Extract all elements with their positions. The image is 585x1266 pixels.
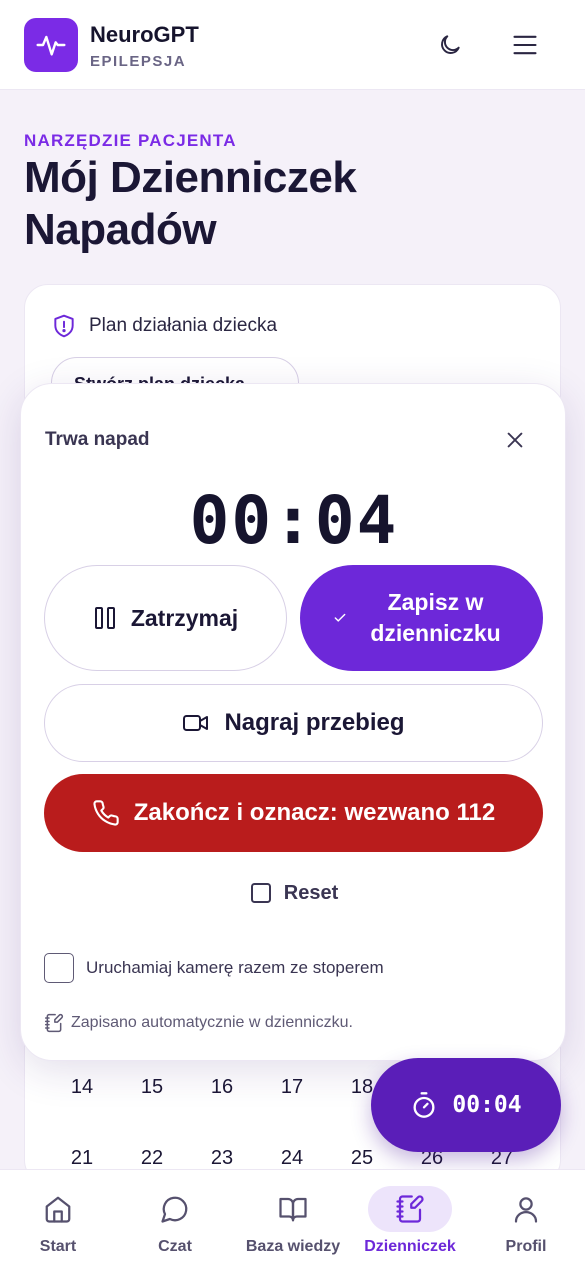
moon-icon <box>441 35 460 54</box>
calendar-day[interactable]: 14 <box>47 1076 117 1099</box>
user-icon <box>514 1197 538 1223</box>
floating-timer-value: 00:04 <box>452 1092 522 1118</box>
plan-row[interactable]: Plan działania dziecka <box>51 313 277 339</box>
autosave-note: Zapisano automatycznie w dzienniczku. <box>44 1013 353 1033</box>
nav-item-diary[interactable]: Dzienniczek <box>363 1170 457 1266</box>
close-button[interactable] <box>502 427 528 453</box>
calendar-day[interactable]: 25 <box>327 1147 397 1170</box>
theme-toggle-button[interactable] <box>433 28 467 62</box>
close-icon <box>507 432 523 448</box>
notebook-pen-icon <box>44 1013 64 1033</box>
nav-item-knowledge-base[interactable]: Baza wiedzy <box>243 1170 343 1266</box>
pause-label: Zatrzymaj <box>130 604 239 631</box>
pulse-icon <box>36 35 66 56</box>
plan-label: Plan działania dziecka <box>89 315 278 336</box>
book-icon <box>279 1197 307 1222</box>
record-label: Nagraj przebieg <box>224 709 405 736</box>
seizure-timer-modal: Trwa napad 00:04 Zatrzymaj Zapisz w dzie… <box>20 383 566 1061</box>
video-camera-icon <box>183 715 209 731</box>
page-title: Mój Dzienniczek Napadów <box>24 153 357 254</box>
phone-icon <box>93 800 119 826</box>
calendar-day[interactable]: 15 <box>117 1076 187 1099</box>
save-to-diary-button[interactable]: Zapisz w dzienniczku <box>300 565 543 671</box>
page-eyebrow: NARZĘDZIE PACJENTA <box>24 131 237 150</box>
seizure-timer: 00:04 <box>189 482 399 559</box>
end-call-112-button[interactable]: Zakończ i oznacz: wezwano 112 <box>44 774 543 852</box>
nav-label: Baza wiedzy <box>245 1238 341 1255</box>
camera-checkbox[interactable] <box>44 953 74 983</box>
pause-icon <box>94 607 115 629</box>
autosave-text: Zapisano automatycznie w dzienniczku. <box>71 1014 353 1031</box>
hamburger-icon <box>513 35 537 55</box>
nav-label: Dzienniczek <box>364 1238 456 1255</box>
reset-button[interactable]: Reset <box>201 874 387 912</box>
menu-button[interactable] <box>508 28 542 62</box>
home-icon <box>45 1196 71 1223</box>
app-header: NeuroGPT EPILEPSJA <box>0 0 585 90</box>
stop-square-icon <box>250 883 271 903</box>
record-video-button[interactable]: Nagraj przebieg <box>44 684 543 762</box>
nav-label: Profil <box>505 1238 547 1255</box>
pause-button[interactable]: Zatrzymaj <box>44 565 287 671</box>
check-icon <box>334 613 345 622</box>
nav-item-chat[interactable]: Czat <box>133 1170 217 1266</box>
calendar-day[interactable]: 21 <box>47 1147 117 1170</box>
notebook-icon <box>396 1195 424 1223</box>
reset-label: Reset <box>283 881 339 904</box>
stopwatch-icon <box>413 1092 435 1118</box>
calendar-day[interactable]: 17 <box>257 1076 327 1099</box>
nav-label: Start <box>39 1238 77 1255</box>
calendar-day[interactable]: 22 <box>117 1147 187 1170</box>
calendar-day[interactable]: 16 <box>187 1076 257 1099</box>
bottom-navigation: Start Czat Baza wiedzy Dzienniczek Profi… <box>0 1169 585 1266</box>
chat-icon <box>161 1196 188 1223</box>
shield-icon <box>54 314 74 338</box>
nav-item-profile[interactable]: Profil <box>484 1170 568 1266</box>
modal-title: Trwa napad <box>45 429 150 450</box>
camera-with-timer-option[interactable]: Uruchamiaj kamerę razem ze stoperem <box>44 953 384 983</box>
floating-timer-button[interactable]: 00:04 <box>371 1058 561 1152</box>
nav-label: Czat <box>158 1238 192 1255</box>
app-name: NeuroGPT <box>90 22 199 47</box>
save-label: Zapisz w dzienniczku <box>370 589 501 646</box>
app-logo[interactable] <box>24 18 78 72</box>
calendar-day[interactable]: 23 <box>187 1147 257 1170</box>
end-label: Zakończ i oznacz: wezwano 112 <box>133 799 496 826</box>
camera-checkbox-label: Uruchamiaj kamerę razem ze stoperem <box>86 958 384 977</box>
app-subtitle: EPILEPSJA <box>90 53 187 70</box>
calendar-day[interactable]: 24 <box>257 1147 327 1170</box>
nav-item-start[interactable]: Start <box>16 1170 100 1266</box>
